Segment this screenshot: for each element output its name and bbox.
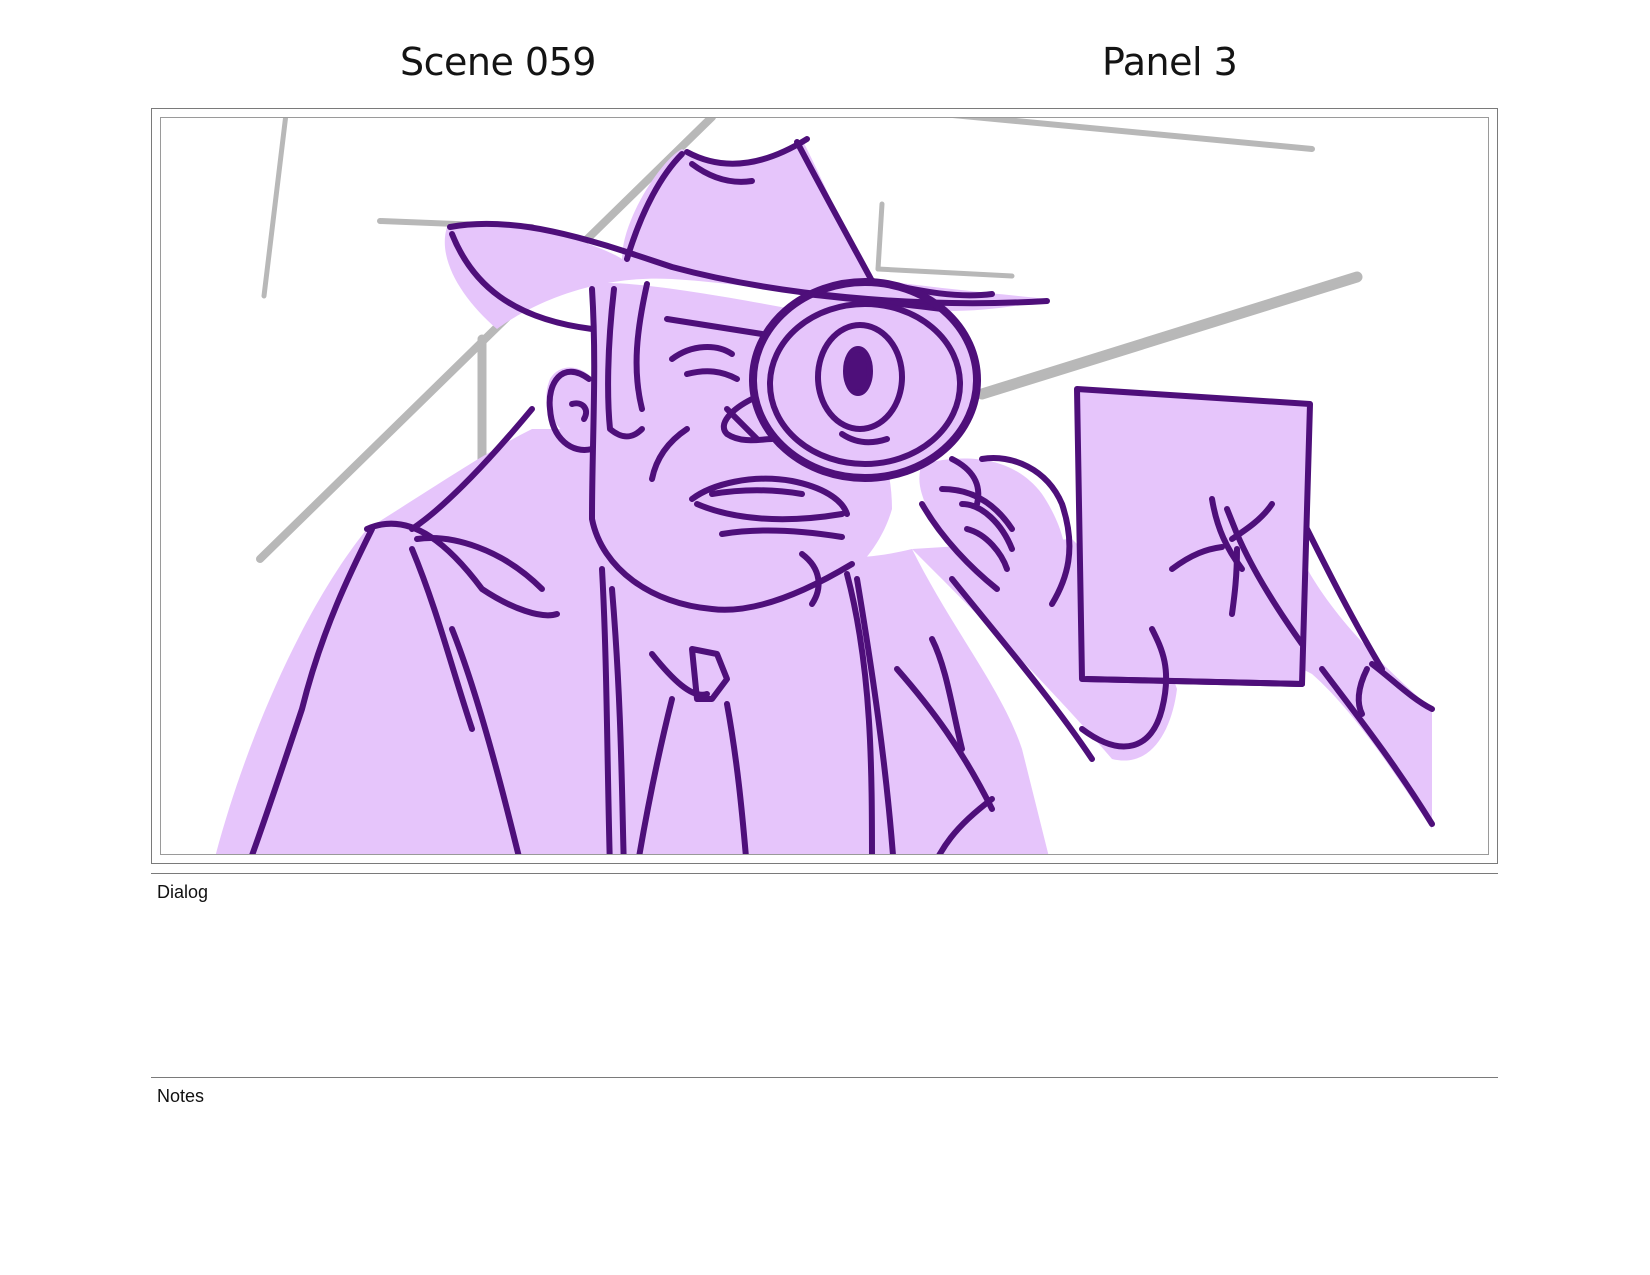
storyboard-panel-frame: [151, 108, 1498, 864]
notes-label: Notes: [157, 1086, 205, 1106]
panel-number: Panel 3: [1102, 40, 1238, 84]
dialog-divider: [151, 873, 1498, 874]
dialog-label: Dialog: [157, 882, 209, 902]
storyboard-panel-inner-border: [160, 117, 1489, 855]
scene-number: Scene 059: [400, 40, 596, 84]
detective-sketch-illustration: [215, 118, 1435, 854]
notes-text-area[interactable]: [157, 1114, 1492, 1254]
dialog-text-area[interactable]: [157, 910, 1492, 1070]
notes-divider: [151, 1077, 1498, 1078]
character-fill: [215, 139, 1432, 854]
